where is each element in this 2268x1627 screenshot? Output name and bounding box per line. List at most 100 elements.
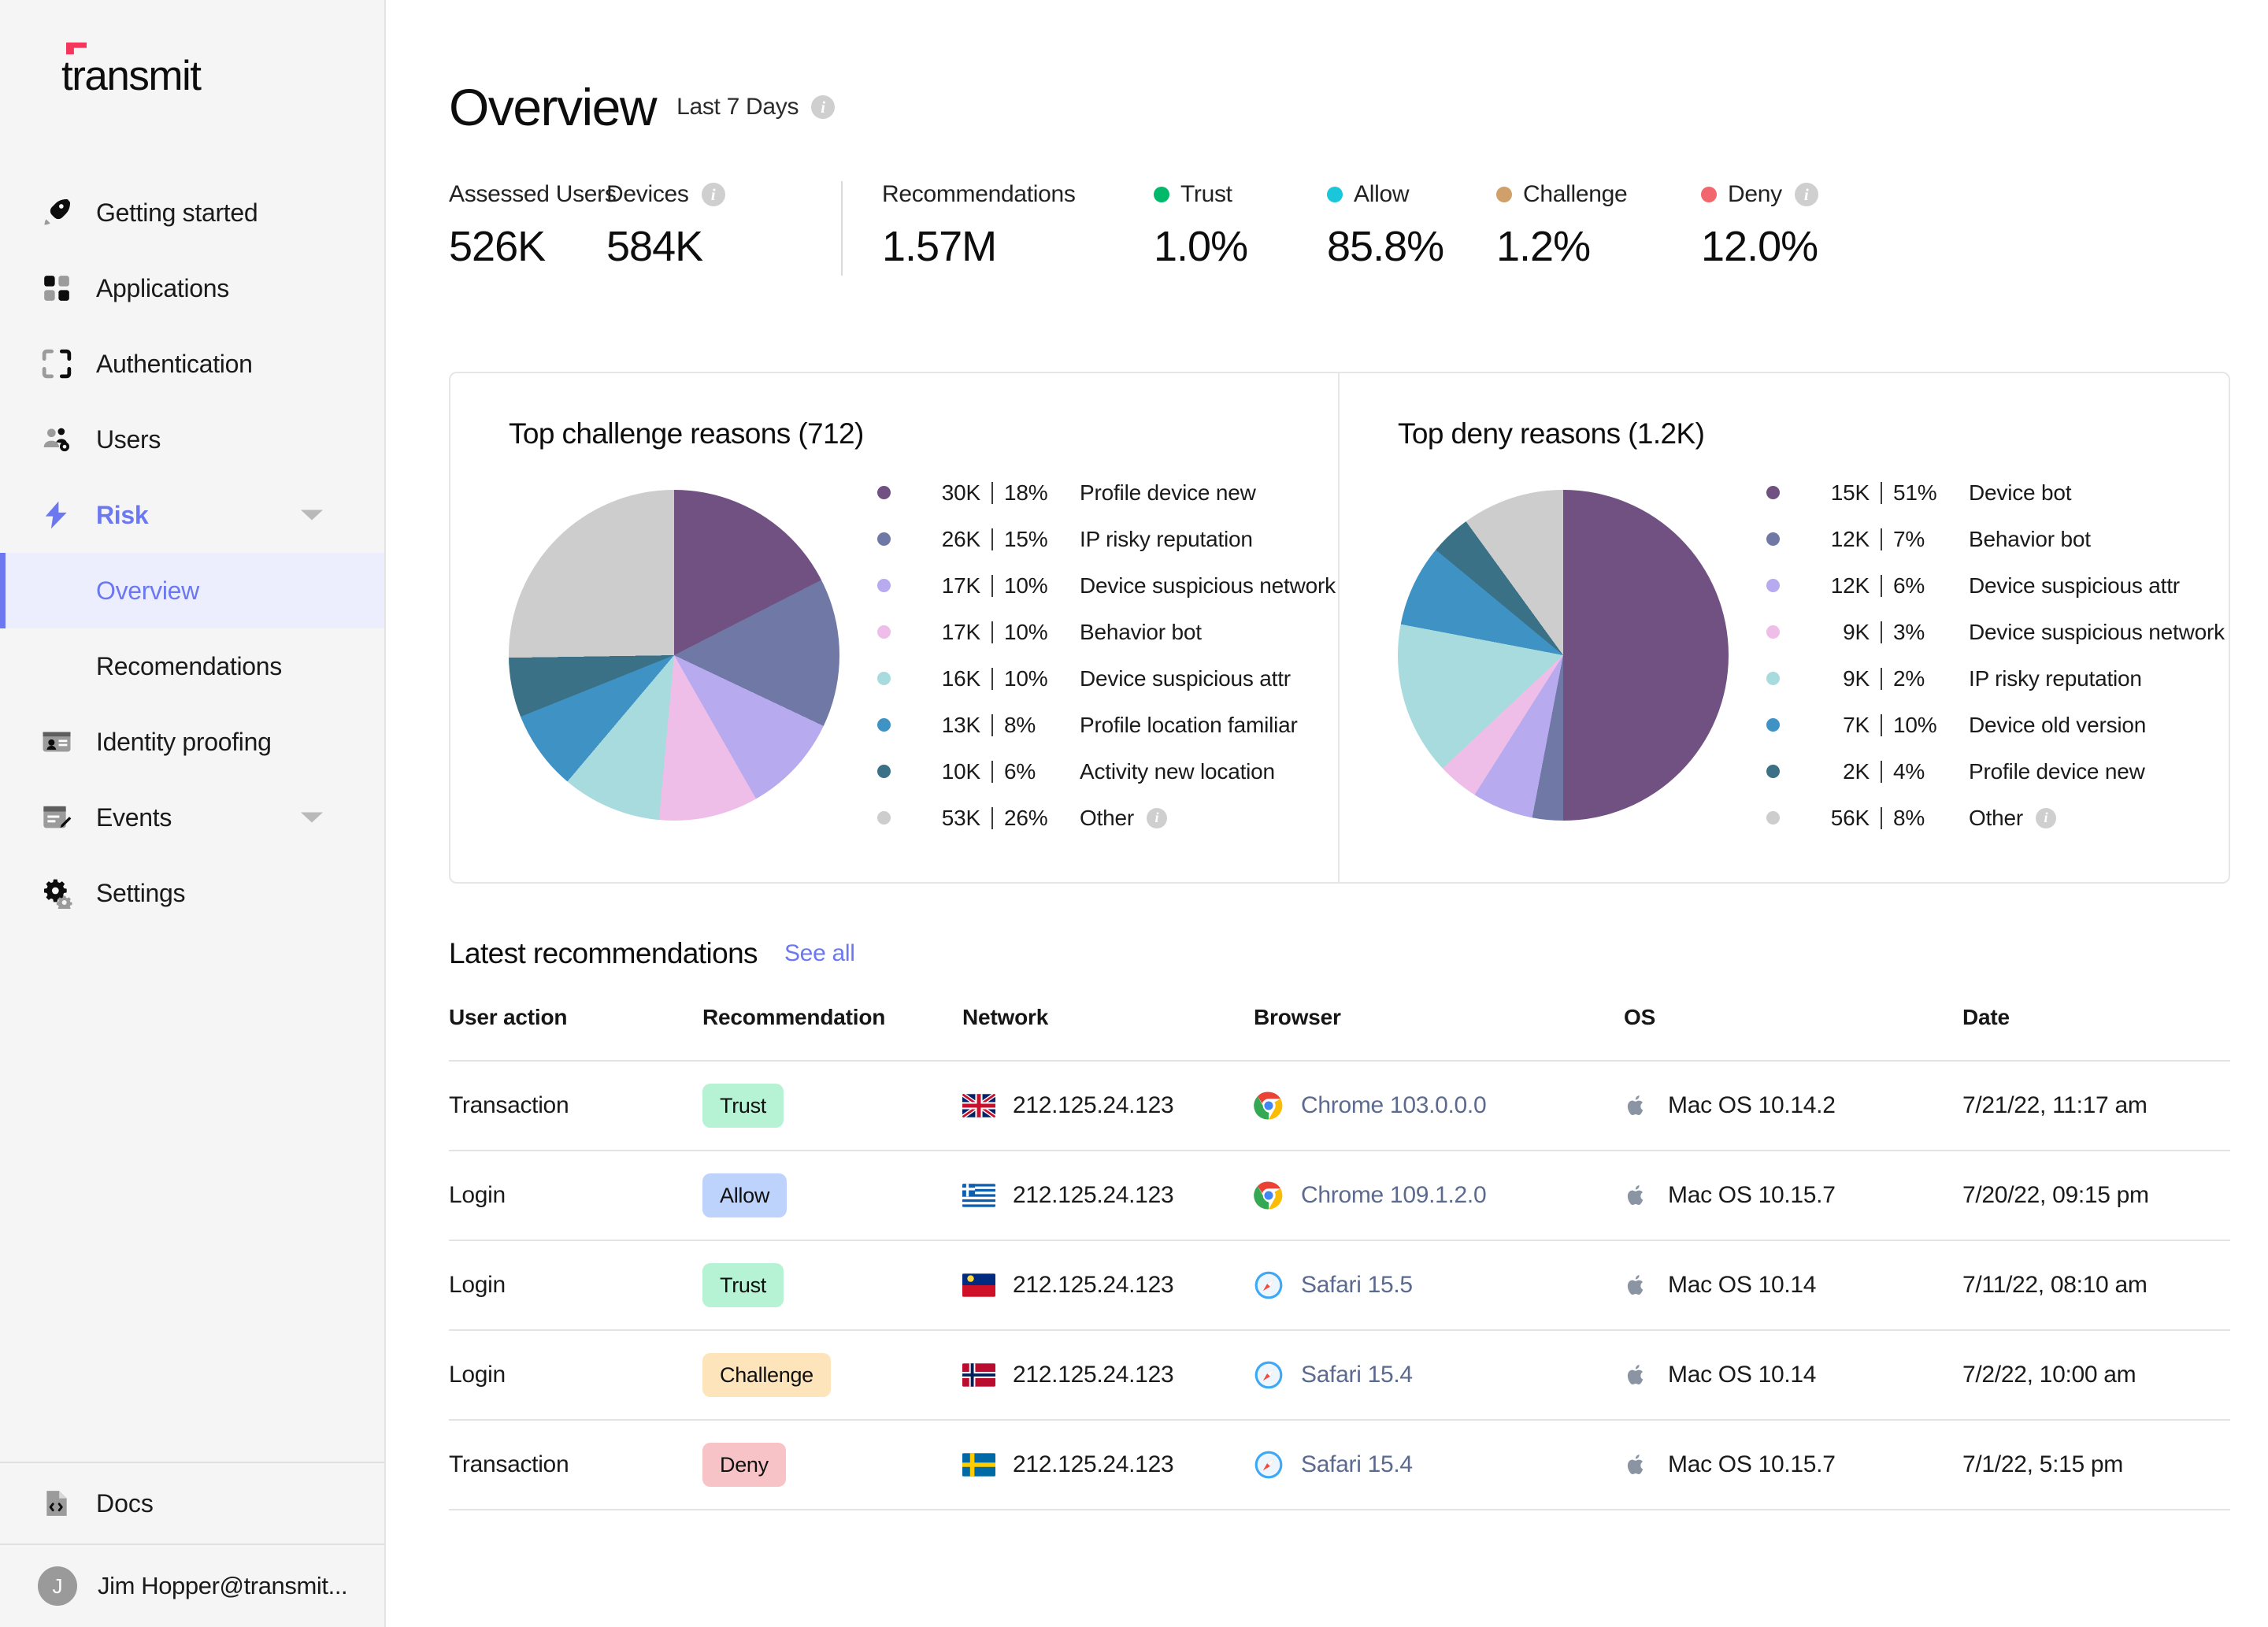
legend-percent: 8%	[1893, 805, 1925, 830]
legend-count: 17K	[941, 573, 980, 598]
status-badge: Trust	[702, 1263, 784, 1307]
legend-item[interactable]: 17K 10% Behavior bot	[877, 609, 1336, 655]
sidebar-item-recomendations[interactable]: Recomendations	[0, 628, 384, 704]
legend-color-dot	[877, 625, 891, 639]
cell-browser: Safari 15.4	[1254, 1420, 1624, 1510]
legend-item[interactable]: 2K 4% Profile device new	[1766, 748, 2225, 795]
cell-browser: Safari 15.5	[1254, 1240, 1624, 1330]
metrics-bar: Assessed Users 526K Devices i 584K Recom…	[386, 137, 2268, 276]
legend-label: IP risky reputation	[1080, 526, 1253, 551]
sidebar-item-label: Users	[96, 424, 161, 454]
metric-label: Recommendations	[882, 181, 1076, 207]
os-label: Mac OS 10.14	[1668, 1362, 1817, 1388]
sidebar-item-authentication[interactable]: Authentication	[0, 326, 384, 402]
table-row[interactable]: Login Allow 212.125.24.123 Chrome 109.1.2.0…	[449, 1151, 2230, 1240]
legend-count: 17K	[941, 619, 980, 644]
apple-icon	[1624, 1270, 1651, 1300]
info-icon[interactable]: i	[1794, 183, 1818, 206]
sidebar-item-overview[interactable]: Overview	[0, 553, 384, 628]
ip-address: 212.125.24.123	[1013, 1362, 1174, 1388]
legend-count: 9K	[1843, 665, 1870, 691]
legend-item[interactable]: 15K 51% Device bot	[1766, 469, 2225, 516]
legend-item[interactable]: 9K 2% IP risky reputation	[1766, 655, 2225, 702]
column-header-user-action: User action	[449, 1005, 568, 1029]
legend-percent: 26%	[1004, 805, 1048, 830]
legend-count: 10K	[941, 758, 980, 784]
apple-icon	[1624, 1360, 1651, 1390]
see-all-link[interactable]: See all	[784, 940, 855, 967]
sidebar-item-docs[interactable]: Docs	[0, 1463, 384, 1545]
info-icon[interactable]: i	[1147, 807, 1168, 828]
legend-percent: 10%	[1893, 712, 1937, 737]
legend-item[interactable]: 17K 10% Device suspicious network	[877, 562, 1336, 609]
chevron-down-icon[interactable]	[301, 812, 323, 823]
legend-item[interactable]: 10K 6% Activity new location	[877, 748, 1336, 795]
legend-item[interactable]: 12K 6% Device suspicious attr	[1766, 562, 2225, 609]
legend-percent: 6%	[1004, 758, 1036, 784]
legend-count: 9K	[1843, 619, 1870, 644]
brand-logo[interactable]: transmit	[0, 0, 384, 158]
browser-label[interactable]: Safari 15.4	[1301, 1451, 1413, 1478]
sidebar-item-events[interactable]: Events	[0, 780, 384, 855]
section-title: Latest recommendations	[449, 937, 758, 969]
legend-percent: 10%	[1004, 665, 1048, 691]
legend-item[interactable]: 30K 18% Profile device new	[877, 469, 1336, 516]
browser-label[interactable]: Chrome 103.0.0.0	[1301, 1092, 1487, 1119]
sidebar-item-risk[interactable]: Risk	[0, 477, 384, 553]
legend-item[interactable]: 56K 8% Other i	[1766, 795, 2225, 841]
legend-item[interactable]: 9K 3% Device suspicious network	[1766, 609, 2225, 655]
table-row[interactable]: Transaction Deny 212.125.24.123 Safari 15.4…	[449, 1420, 2230, 1510]
os-label: Mac OS 10.14.2	[1668, 1092, 1836, 1118]
browser-label[interactable]: Safari 15.4	[1301, 1362, 1413, 1388]
legend-item[interactable]: 13K 8% Profile location familiar	[877, 702, 1336, 748]
legend-separator	[991, 806, 993, 829]
browser-label[interactable]: Chrome 109.1.2.0	[1301, 1182, 1487, 1209]
info-icon[interactable]: i	[701, 183, 725, 206]
legend-item[interactable]: 26K 15% IP risky reputation	[877, 516, 1336, 562]
legend-separator	[991, 621, 993, 643]
table-row[interactable]: Login Trust 212.125.24.123 Safari 15.5 Mac O…	[449, 1240, 2230, 1330]
legend-item[interactable]: 53K 26% Other i	[877, 795, 1336, 841]
legend-color-dot	[877, 811, 891, 825]
legend-item[interactable]: 16K 10% Device suspicious attr	[877, 655, 1336, 702]
legend-count: 16K	[941, 665, 980, 691]
user-profile[interactable]: J Jim Hopper@transmit...	[0, 1545, 384, 1627]
chart-title: Top challenge reasons (712)	[509, 417, 864, 450]
status-badge: Challenge	[702, 1353, 831, 1397]
sidebar-item-applications[interactable]: Applications	[0, 250, 384, 326]
challenge-pie[interactable]	[509, 490, 839, 821]
sidebar-footer: Docs J Jim Hopper@transmit...	[0, 1462, 384, 1627]
legend-item[interactable]: 12K 7% Behavior bot	[1766, 516, 2225, 562]
sidebar-item-settings[interactable]: Settings	[0, 855, 384, 931]
app-root: transmit Getting started Applications Au…	[0, 0, 2268, 1627]
cell-date: 7/21/22, 11:17 am	[1962, 1092, 2148, 1118]
legend-item[interactable]: 7K 10% Device old version	[1766, 702, 2225, 748]
chrome-icon	[1254, 1180, 1284, 1210]
legend-count: 2K	[1843, 758, 1870, 784]
legend-label: Device suspicious network	[1080, 573, 1336, 598]
cell-user-action: Transaction	[449, 1092, 569, 1118]
deny-pie[interactable]	[1398, 490, 1729, 821]
column-header-network: Network	[962, 1005, 1049, 1029]
sidebar-item-getting-started[interactable]: Getting started	[0, 175, 384, 250]
sidebar-nav: Getting started Applications Authenticat…	[0, 175, 384, 1462]
sidebar-item-identity-proofing[interactable]: Identity proofing	[0, 704, 384, 780]
sidebar-item-users[interactable]: Users	[0, 402, 384, 477]
column-header-os: OS	[1624, 1005, 1656, 1029]
cell-browser: Chrome 103.0.0.0	[1254, 1061, 1624, 1151]
cell-recommendation: Challenge	[702, 1330, 962, 1420]
table-row[interactable]: Transaction Trust 212.125.24.123 Chrome 103…	[449, 1061, 2230, 1151]
cell-user-action: Login	[449, 1272, 506, 1298]
sidebar-item-label: Events	[96, 802, 172, 832]
legend-label: Profile device new	[1969, 758, 2145, 784]
flag-icon	[962, 1184, 995, 1207]
chevron-down-icon[interactable]	[301, 510, 323, 521]
info-icon[interactable]: i	[2036, 807, 2057, 828]
browser-label[interactable]: Safari 15.5	[1301, 1272, 1413, 1299]
info-icon[interactable]: i	[811, 95, 836, 119]
legend-label: Behavior bot	[1080, 619, 1202, 644]
legend-separator	[1881, 621, 1882, 643]
legend-color-dot	[877, 718, 891, 732]
table-row[interactable]: Login Challenge 212.125.24.123 Safari 15.4 M…	[449, 1330, 2230, 1420]
legend-percent: 10%	[1004, 619, 1048, 644]
